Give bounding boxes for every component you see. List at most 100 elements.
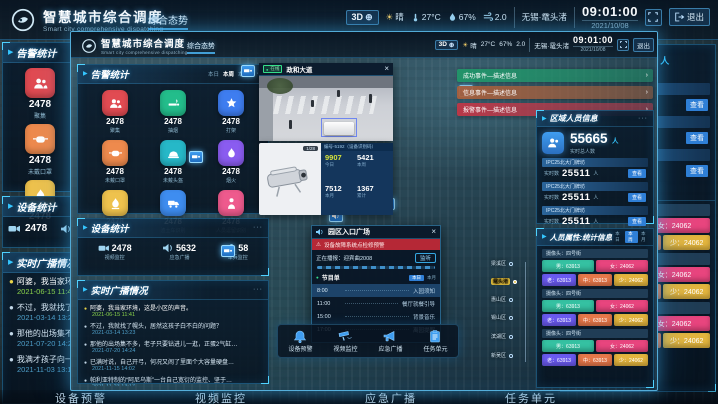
camera-marker[interactable]: [221, 245, 235, 257]
tab-overview[interactable]: 综合态势: [187, 41, 215, 54]
broadcast-item[interactable]: ●阿婆，我当家环境，这是小区的声音。2021-06-15 11:41: [84, 303, 262, 318]
alarm-tile-fighting[interactable]: 2478打架: [202, 90, 260, 134]
device-count: 2478: [25, 223, 47, 234]
stat-chip-young: 少：24062: [663, 235, 710, 250]
listen-button[interactable]: 监听: [415, 253, 436, 263]
camera-name: 摄像头：四号街: [542, 249, 648, 258]
tab-today[interactable]: 本日: [409, 275, 424, 281]
alarm-tile-smoke-fire[interactable]: 2478烟火: [202, 140, 260, 184]
alarm-tile-no-mask[interactable]: 2478未戴口罩: [86, 140, 144, 184]
camera-marker[interactable]: [189, 151, 203, 163]
district-label-active[interactable]: 鼋头渚: [491, 278, 510, 285]
alarm-tile-gathering[interactable]: 2478聚集: [86, 90, 144, 134]
broadcast-item[interactable]: ●不过，我就找了幌头，居然这孩子白不白的问题？2021-03-14 13:23: [84, 321, 262, 336]
district-label[interactable]: 新吴区: [491, 352, 506, 359]
now-playing-text: 正在播报：迎宾曲2008: [316, 254, 372, 262]
dock-item-device-alert[interactable]: 设备预警: [55, 390, 107, 404]
app-logo-icon: [81, 38, 97, 54]
view-button[interactable]: 查看: [686, 132, 708, 144]
tab-today[interactable]: 本日: [615, 231, 622, 243]
exit-button[interactable]: 退出: [669, 8, 710, 26]
tab-month[interactable]: 本月: [427, 275, 436, 281]
fullscreen-button[interactable]: [617, 39, 629, 51]
live-broadcast-panel: ▶ 实时广播情况 ··· ●阿婆，我当家环境，这是小区的声音。2021-06-1…: [77, 280, 269, 384]
view-button[interactable]: 查看: [628, 193, 646, 202]
schedule-row[interactable]: 15:00背景音乐: [312, 310, 440, 323]
district-label[interactable]: 滨湖区: [491, 333, 506, 340]
route-stop-icon: [513, 280, 517, 284]
megaphone-icon: [383, 330, 397, 343]
people-attributes-panel: ▶ 人员属性:统计信息 本日 本周 本月 摄像头：四号街 男：63913女：24…: [536, 228, 654, 388]
schedule-row[interactable]: 11:00餐厅就餐引导: [312, 297, 440, 310]
tab-week-active[interactable]: 本周: [625, 231, 638, 243]
alarm-tile-no-mask[interactable]: 2478 未戴口罩: [25, 124, 55, 176]
bullet-icon: ●: [9, 277, 14, 286]
alarm-tile-smoking[interactable]: 2478抽烟: [144, 90, 202, 134]
dock-item-task[interactable]: 任务单元: [505, 390, 557, 404]
toast-info[interactable]: 信息事件—描述信息›: [457, 86, 653, 99]
view-button[interactable]: 查看: [686, 165, 708, 177]
dock-item-video[interactable]: 视频监控: [333, 330, 357, 353]
close-icon[interactable]: ×: [384, 65, 389, 73]
view-button[interactable]: 查看: [628, 217, 646, 226]
region-row: IPC25北大门牌坊 实时数25511人查看: [542, 206, 648, 227]
stat-chip-male: 男：63913: [542, 260, 594, 272]
floating-dashboard-window[interactable]: 智慧城市综合调度 Smart city comprehensive dispat…: [70, 31, 658, 391]
3d-toggle[interactable]: 3D⊕: [346, 10, 379, 25]
tab-overview[interactable]: 综合态势: [148, 12, 188, 30]
dock-item-device-alert[interactable]: 设备预警: [288, 330, 312, 353]
playback-progress-bar[interactable]: [317, 266, 435, 269]
view-button[interactable]: 查看: [686, 99, 708, 111]
view-button[interactable]: 查看: [628, 169, 646, 178]
broadcast-item[interactable]: ●那他的出场集不多，老子只要钻进儿一逛，正蛋2气缸…2021-07-20 14:…: [84, 339, 262, 354]
broadcast-item[interactable]: ●已满时说，自己开弓，何况又闹了里面个大容量硬盘…2021-11-15 14:0…: [84, 357, 262, 372]
device-stat-broadcast[interactable]: 5632应急广播: [163, 243, 196, 261]
camera-stat-total: 1367累计: [357, 184, 389, 214]
dock-item-broadcast[interactable]: 应急广播: [365, 390, 417, 404]
broadcast-item[interactable]: ●帕利亚特制的“阿尼乌斯”一台自己宽衍的监控、坚于…2021-11-23 13:…: [84, 375, 262, 386]
cctv-video-frame[interactable]: [259, 76, 393, 141]
fighting-icon: [218, 90, 244, 116]
district-label[interactable]: 惠山区: [491, 296, 506, 303]
dock-item-task[interactable]: 任务单元: [423, 330, 447, 353]
alarm-tile-gathering[interactable]: 2478 聚集: [25, 68, 55, 120]
panel-menu[interactable]: ···: [253, 226, 263, 230]
alarm-label: 聚集: [34, 111, 46, 120]
stat-chip-middle: 中：63913: [578, 354, 612, 366]
device-stat-video[interactable]: 2478视频监控: [98, 243, 132, 261]
panel-menu[interactable]: ···: [253, 288, 263, 292]
people-icon: [542, 132, 564, 154]
fullscreen-button[interactable]: [645, 9, 662, 26]
stat-chip-middle: 中：63913: [578, 314, 612, 326]
stat-chip-young: 少：24062: [663, 284, 710, 299]
3d-toggle[interactable]: 3D⊕: [435, 40, 459, 50]
alarm-count: 2478: [29, 155, 51, 166]
location-label: 无锡·鼋头渚: [534, 40, 569, 50]
camera-stat-week: 5421本周: [357, 153, 389, 183]
schedule-row[interactable]: 8:00入园须知: [312, 284, 440, 297]
tab-today[interactable]: 本日: [208, 70, 219, 78]
dock-item-broadcast[interactable]: 应急广播: [378, 330, 402, 353]
photo-pager-badge[interactable]: 1/28: [303, 146, 318, 151]
detected-vehicle: [324, 122, 354, 135]
tab-week[interactable]: 本周: [223, 70, 234, 78]
exit-button[interactable]: 退出: [633, 38, 654, 52]
toast-success[interactable]: 成功事件—描述信息›: [457, 69, 653, 82]
dock-item-video[interactable]: 视频监控: [195, 390, 247, 404]
panel-arrow-icon: ▶: [83, 71, 88, 77]
camera-marker[interactable]: [241, 65, 255, 77]
district-label[interactable]: 锡山区: [491, 314, 506, 321]
panel-menu[interactable]: ···: [638, 117, 648, 121]
sun-icon: ☀: [386, 12, 394, 23]
app-title: 智慧城市综合调度: [43, 6, 163, 26]
stat-chip-elderly: 老：63913: [542, 314, 576, 326]
district-label[interactable]: 梁溪区: [491, 260, 506, 267]
close-icon[interactable]: ×: [431, 228, 436, 236]
no-mask-icon: [102, 140, 128, 166]
bullet-icon: ●: [9, 329, 14, 338]
stat-chip-young: 少：24062: [663, 333, 710, 348]
video-popup-title: 政和大道: [286, 64, 312, 74]
total-label: 实时总人数: [570, 148, 619, 155]
stat-chip-male: 男：63913: [542, 300, 594, 312]
tab-month[interactable]: 本月: [641, 231, 648, 243]
